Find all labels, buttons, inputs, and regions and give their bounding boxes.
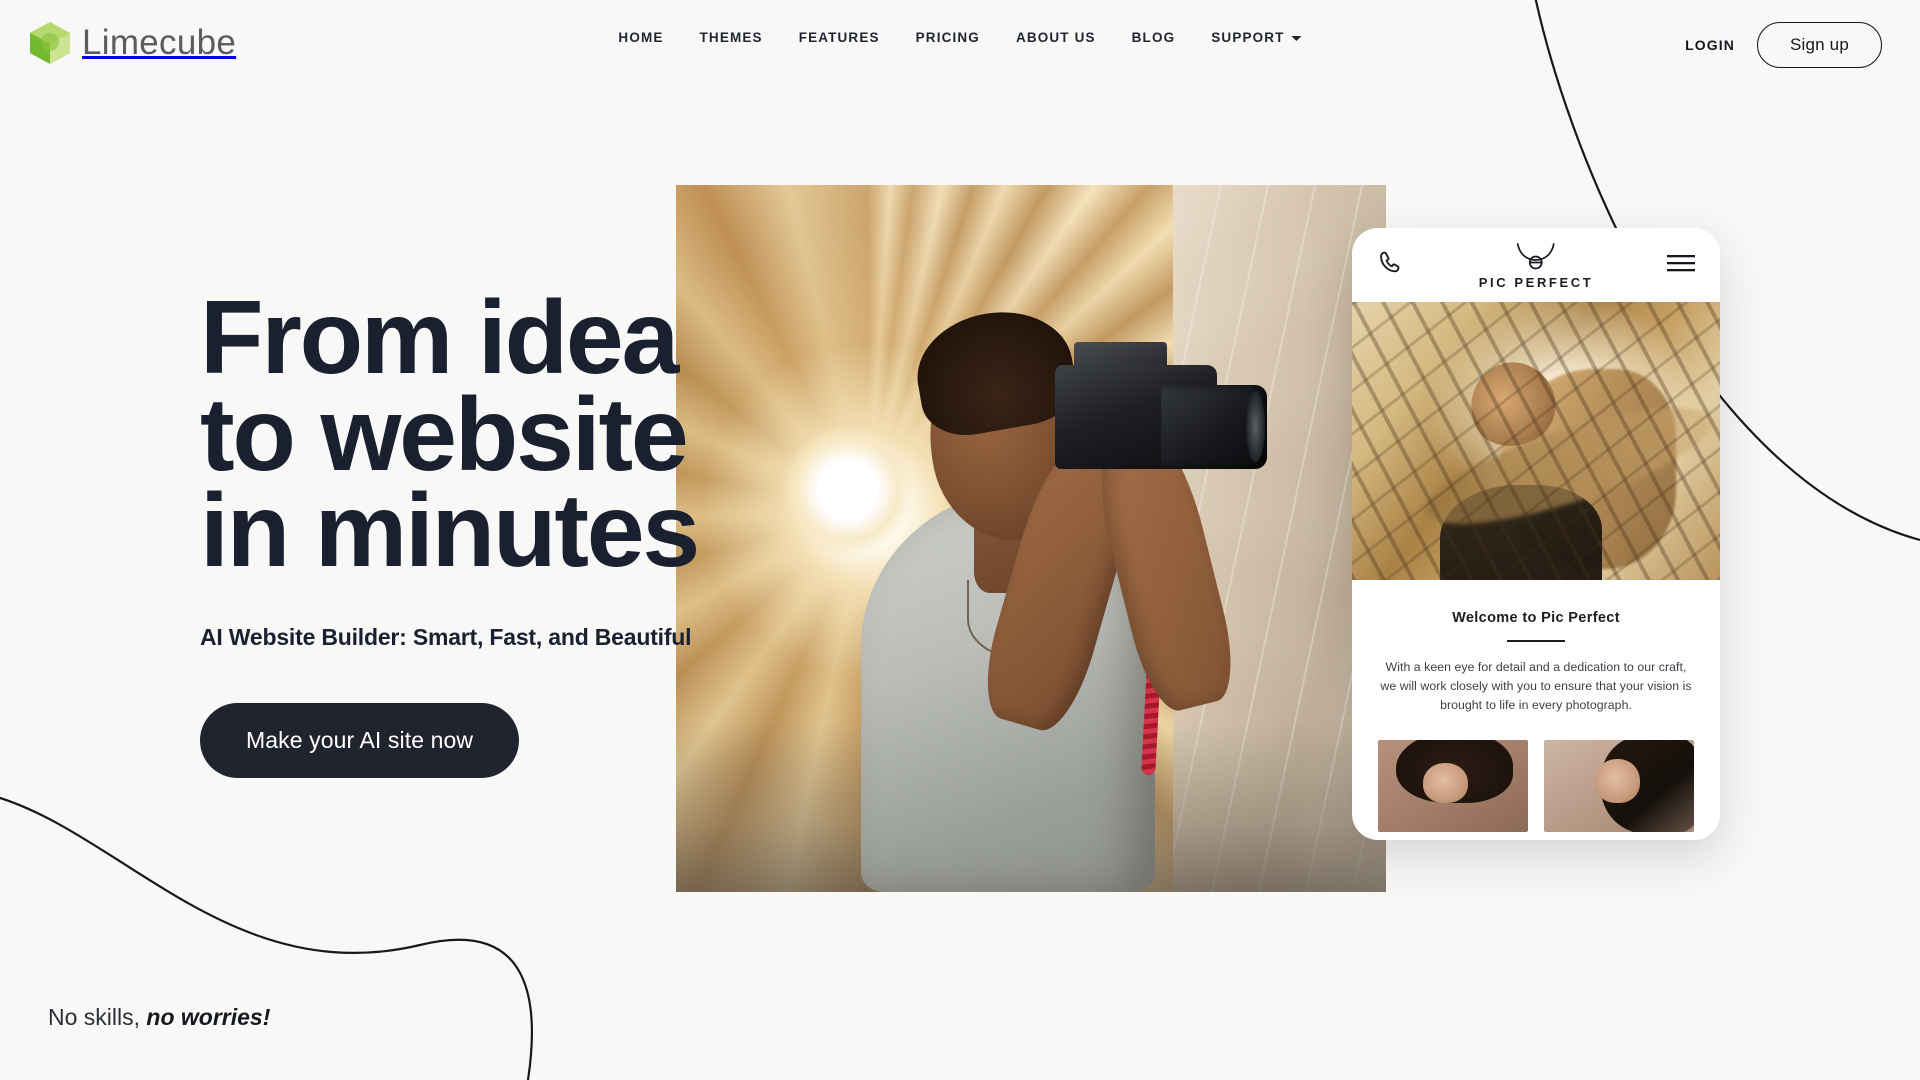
- hero-photo-alt: photographer-with-camera: [676, 185, 677, 186]
- chevron-down-icon: [1291, 36, 1302, 41]
- phone-mockup-header: PIC PERFECT: [1352, 228, 1720, 302]
- phone-hero-image: woman-in-palm-shadow: [1352, 302, 1720, 580]
- hero-title-line-2: to website: [200, 376, 689, 493]
- nav-item-themes[interactable]: THEMES: [682, 30, 781, 45]
- hero-subtitle: AI Website Builder: Smart, Fast, and Bea…: [200, 624, 692, 651]
- nav-label: BLOG: [1131, 30, 1176, 45]
- hero-title-line-3: in minutes: [200, 473, 700, 590]
- gallery-thumbnail[interactable]: portrait-curly-hair: [1378, 740, 1528, 833]
- necklace-logo-icon: [1513, 243, 1559, 276]
- hero-title-line-1: From idea: [200, 280, 679, 396]
- gallery-thumbnail-alt: portrait-curly-hair: [1378, 740, 1379, 741]
- nav-item-support[interactable]: SUPPORT: [1193, 30, 1319, 45]
- nav-label: FEATURES: [798, 30, 880, 45]
- thumbnail-face: [1595, 758, 1640, 803]
- phone-gallery: portrait-curly-hair portrait-long-hair: [1352, 714, 1720, 833]
- phone-mockup: PIC PERFECT woman-in-palm-shadow Welcome…: [1352, 228, 1720, 840]
- hero-photo: photographer-with-camera: [676, 185, 1386, 892]
- hero-copy: From idea to website in minutes AI Websi…: [200, 280, 700, 779]
- phone-brand-name: PIC PERFECT: [1478, 275, 1594, 290]
- phone-paragraph: With a keen eye for detail and a dedicat…: [1380, 660, 1692, 712]
- nav-item-home[interactable]: HOME: [600, 30, 681, 45]
- curve-bottom-left-path: [0, 796, 533, 1080]
- nav-label: PRICING: [915, 30, 980, 45]
- tagline: No skills, no worries!: [48, 1004, 270, 1031]
- camera-lens: [1161, 384, 1268, 470]
- nav-item-about-us[interactable]: ABOUT US: [998, 30, 1114, 45]
- nav-label: HOME: [618, 30, 664, 45]
- green-cube-logo-icon: [28, 20, 72, 66]
- nav-label: THEMES: [699, 30, 763, 45]
- tagline-lead: No skills,: [48, 1004, 141, 1030]
- brand-logo-link[interactable]: Limecube: [28, 20, 236, 66]
- main-navigation: HOME THEMES FEATURES PRICING ABOUT US BL…: [600, 30, 1319, 45]
- auth-actions: LOGIN Sign up: [1685, 22, 1882, 68]
- landing-page: Limecube HOME THEMES FEATURES PRICING AB…: [0, 0, 1920, 1080]
- nav-item-pricing[interactable]: PRICING: [898, 30, 998, 45]
- signup-button[interactable]: Sign up: [1756, 22, 1882, 68]
- phone-hero-shadow-pattern: [1352, 302, 1720, 580]
- tagline-emphasis: no worries!: [146, 1004, 271, 1030]
- nav-label: ABOUT US: [1015, 30, 1096, 45]
- hamburger-menu-icon[interactable]: [1666, 252, 1696, 279]
- login-link[interactable]: LOGIN: [1685, 37, 1735, 53]
- phone-content: Welcome to Pic Perfect With a keen eye f…: [1352, 580, 1720, 714]
- phone-brand: PIC PERFECT: [1479, 242, 1594, 290]
- nav-item-blog[interactable]: BLOG: [1114, 30, 1194, 45]
- phone-welcome-heading: Welcome to Pic Perfect: [1452, 610, 1620, 626]
- gallery-thumbnail[interactable]: portrait-long-hair: [1544, 740, 1694, 833]
- make-ai-site-button[interactable]: Make your AI site now: [200, 703, 520, 779]
- page-title: From idea to website in minutes: [200, 280, 700, 590]
- phone-divider: [1507, 640, 1565, 643]
- hero-photo-subject: [761, 242, 1386, 892]
- nav-item-features[interactable]: FEATURES: [781, 30, 898, 45]
- brand-name: Limecube: [82, 23, 237, 62]
- site-header: Limecube HOME THEMES FEATURES PRICING AB…: [0, 0, 1920, 92]
- thumbnail-face: [1423, 762, 1468, 803]
- phone-handset-icon[interactable]: [1376, 249, 1403, 281]
- nav-label: SUPPORT: [1211, 30, 1285, 45]
- gallery-thumbnail-alt: portrait-long-hair: [1544, 740, 1545, 741]
